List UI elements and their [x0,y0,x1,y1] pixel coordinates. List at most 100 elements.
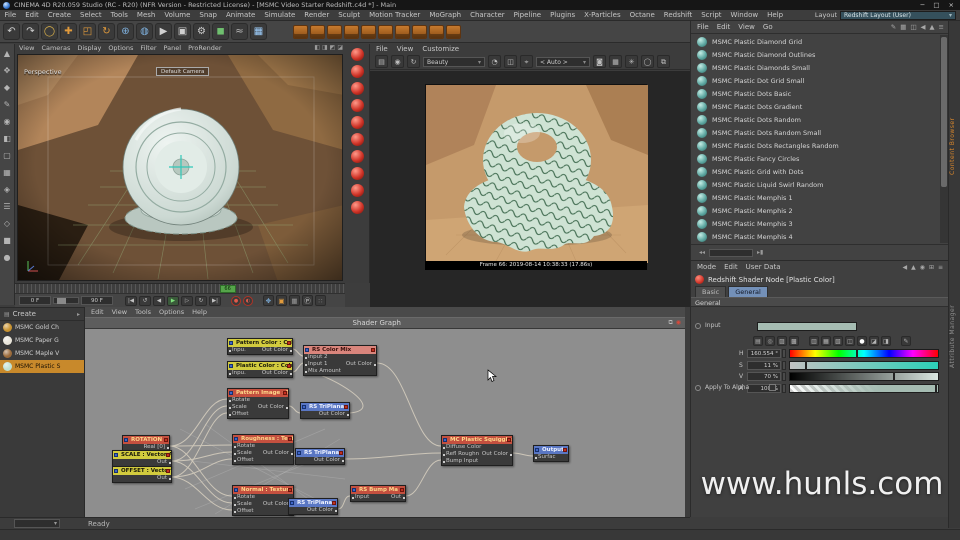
fullscreen-icon[interactable]: ⧉ [657,55,670,68]
node-close-icon[interactable] [164,438,169,443]
goto-end-button[interactable]: ▶| [209,296,221,306]
rgb-mode-icon[interactable]: ▥ [809,336,819,346]
channel-value-field[interactable]: 160.554 ° [747,349,781,358]
edges-mode-icon[interactable]: ◈ [2,184,13,195]
channel-stepper[interactable] [782,361,786,370]
output-port[interactable] [291,453,293,455]
reset-circle-icon[interactable] [695,323,701,329]
preset-item[interactable]: MSMC Plastic Grid with Dots [691,165,941,178]
node-header[interactable]: SCALE : Vector Abs [113,451,171,459]
node-close-icon[interactable] [339,451,344,456]
viewport-menu-prorender[interactable]: ProRender [188,44,221,53]
default-camera-button[interactable]: Default Camera [156,67,209,76]
channel-stepper[interactable] [782,372,786,381]
node-header[interactable]: RS TriPlana [289,499,337,507]
channel-gradient-bar[interactable] [789,361,939,370]
node-header[interactable]: ROTATION [123,436,169,444]
tab-content-browser[interactable]: Content Browser [949,91,960,201]
node-rs-color-mix[interactable]: RS Color MixInput 2Input 1Out ColorMix A… [303,345,377,376]
hsv-mode-icon[interactable]: ▦ [821,336,831,346]
create-menu[interactable]: Create [13,310,36,318]
loop-button[interactable]: ↺ [139,296,151,306]
preset-item[interactable]: MSMC Plastic Dots Basic [691,87,941,100]
record-position-icon[interactable]: ▣ [276,295,287,306]
redshift-preset-icon[interactable] [351,116,364,129]
material-item[interactable]: MSMC Paper G [0,334,84,347]
live-selection-icon[interactable]: ◯ [41,23,58,40]
record-icon[interactable]: ◉ [391,55,404,68]
xparticles-brick-icon[interactable] [293,25,308,39]
swatches-mode-icon[interactable]: ● [857,336,867,346]
xparticles-brick-icon[interactable] [429,25,444,39]
tab-general[interactable]: General [728,286,768,297]
world-coordinates-icon[interactable]: ◍ [136,23,153,40]
node-close-icon[interactable] [166,453,171,458]
polygons-mode-icon[interactable]: ▦ [2,167,13,178]
channel-marker[interactable] [893,372,895,381]
pass-dropdown[interactable]: Beauty▾ [423,57,485,67]
frame-end-field[interactable]: 90 F [81,296,113,305]
node-header[interactable]: RS TriPlana [301,403,349,411]
xparticles-brick-icon[interactable] [361,25,376,39]
maximize-button[interactable]: □ [933,1,939,9]
redshift-preset-icon[interactable] [351,201,364,214]
scale-tool-icon[interactable]: ◰ [79,23,96,40]
eyedropper-icon[interactable]: ✎ [901,336,911,346]
node-header[interactable]: Roughness : Textu [233,435,293,443]
rewind-icon[interactable]: ◂◂ [699,249,705,256]
input-port[interactable] [234,511,236,513]
channel-marker[interactable] [805,361,807,370]
refresh-icon[interactable]: ↻ [407,55,420,68]
viewport-canvas[interactable]: Perspective Default Camera [17,54,343,281]
render-view-menu-view[interactable]: View [397,44,414,54]
view-layout-icon-4[interactable]: ◪ [337,44,343,51]
menu-select[interactable]: Select [76,11,107,19]
menu-mograph[interactable]: MoGraph [425,11,466,19]
menu-redshift[interactable]: Redshift [659,11,696,19]
redshift-preset-icon[interactable] [351,82,364,95]
output-port[interactable] [510,454,512,456]
shader-graph-menu-options[interactable]: Options [159,307,184,317]
filter-dropdown[interactable]: ▾ [14,519,60,528]
range-slider-thumb[interactable] [57,298,66,304]
coordinate-system-icon[interactable]: ⊕ [117,23,134,40]
content-browser-scrollbar[interactable] [940,35,948,243]
timeline-playhead[interactable]: 66 [220,285,236,293]
lock-mode-icon[interactable]: ● [2,252,13,263]
input-port[interactable] [305,364,307,366]
preset-item[interactable]: MSMC Plastic Diamond Outlines [691,48,941,61]
mixing-mode-icon[interactable]: ◫ [845,336,855,346]
content-browser-menu-file[interactable]: File [697,23,709,31]
menu-x-particles[interactable]: X-Particles [580,11,625,19]
menu-script[interactable]: Script [697,11,726,19]
minimize-button[interactable]: ─ [920,1,924,9]
spline-icon[interactable]: ≈ [231,23,248,40]
axis-mode-icon[interactable]: ◇ [2,218,13,229]
node-pattern-image[interactable]: Pattern Image : TextRotateScaleOut Color… [227,388,289,419]
input-port[interactable] [229,414,231,416]
viewport-menu-display[interactable]: Display [77,44,101,53]
move-tool-icon[interactable]: ✚ [60,23,77,40]
edit-mode-icon[interactable]: ✎ [2,99,13,110]
viewport-menu-panel[interactable]: Panel [164,44,182,53]
frame-start-field[interactable]: 0 F [19,296,51,305]
timeline-ruler[interactable]: 66 [15,283,345,293]
node-close-icon[interactable] [288,488,293,493]
thumbnail-view-icon[interactable]: ▦ [900,23,906,31]
preview-size-slider[interactable] [709,249,753,257]
redshift-preset-icon[interactable] [351,48,364,61]
output-port[interactable] [290,373,292,375]
node-rs-triplanar-3[interactable]: RS TriPlanaOut Color [288,498,338,515]
screen-mode-icon[interactable]: ◨ [881,336,891,346]
output-port[interactable] [342,460,344,462]
render-view-menu-customize[interactable]: Customize [422,44,459,54]
input-port[interactable] [229,407,231,409]
output-port[interactable] [169,462,171,464]
zoom-level-icon[interactable]: ◔ [488,55,501,68]
menu-tools[interactable]: Tools [106,11,132,19]
preset-item[interactable]: MSMC Plastic Dots Gradient [691,100,941,113]
view-layout-icon-3[interactable]: ◩ [330,44,336,51]
shader-graph-menu-view[interactable]: View [112,307,127,317]
node-output[interactable]: OutputSurfac [533,445,569,462]
input-port[interactable] [229,373,231,375]
